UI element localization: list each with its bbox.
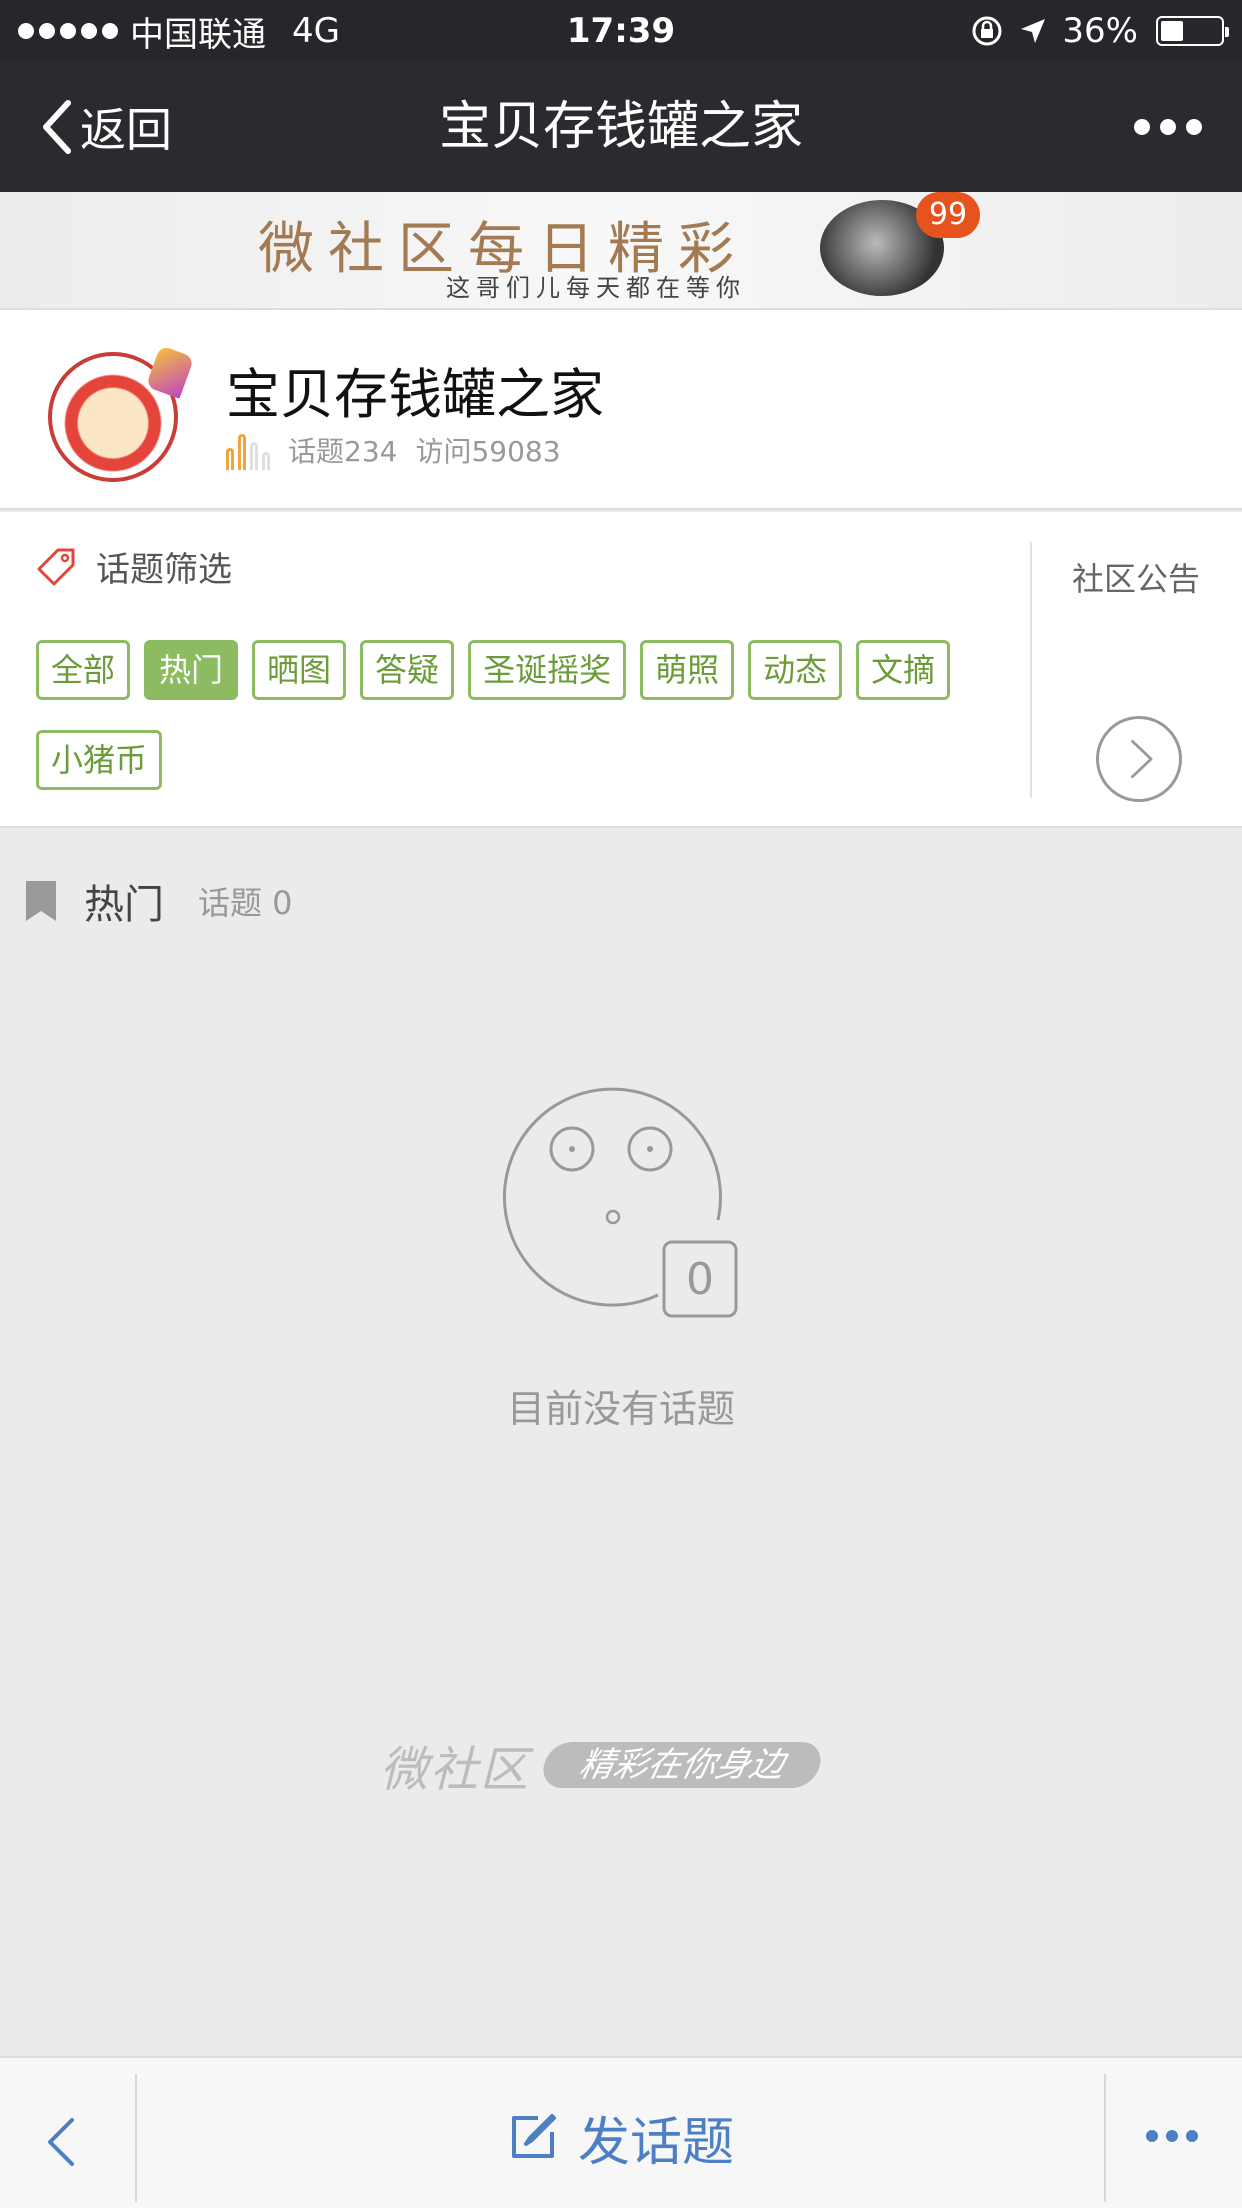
section-topic-count: 话题 0 [198,884,293,922]
filter-tag-photos[interactable]: 晒图 [252,640,347,700]
footer-logo-text: 微社区 [380,1742,531,1798]
filter-tag-hot[interactable]: 热门 [144,640,239,700]
visit-count: 访问59083 [415,435,561,468]
banner-subtitle: 这哥们儿每天都在等你 [446,274,746,302]
more-menu-button[interactable] [1134,92,1202,162]
post-topic-label: 发话题 [577,2112,734,2173]
battery-percent: 36% [1062,11,1138,51]
filter-tags: 全部 热门 晒图 答疑 圣诞摇奖 萌照 动态 文摘 小猪币 [36,640,1036,790]
chevron-right-circle-icon[interactable] [1096,716,1182,802]
community-stats: 话题234 访问59083 [226,430,561,470]
section-title: 热门 [84,882,164,928]
bottom-toolbar: 发话题 [0,2056,1242,2208]
filter-tag-piggy-coin[interactable]: 小猪币 [36,730,163,790]
empty-face-icon: 0 [502,1087,738,1318]
topic-filter-panel: 话题筛选 全部 热门 晒图 答疑 圣诞摇奖 萌照 动态 文摘 小猪币 社区公告 [0,512,1242,828]
filter-tag-digest[interactable]: 文摘 [856,640,951,700]
empty-face-digit: 0 [686,1254,714,1305]
notification-badge: 99 [916,192,980,238]
community-avatar[interactable] [48,352,178,482]
filter-tag-all[interactable]: 全部 [36,640,131,700]
toolbar-divider-right [1104,2074,1106,2202]
filter-heading: 话题筛选 [36,542,232,591]
section-heading: 热门 话题 0 [24,872,293,930]
filter-tag-news[interactable]: 动态 [748,640,843,700]
post-topic-button[interactable]: 发话题 [0,2102,1242,2173]
rotation-lock-icon [972,16,1002,46]
bookmark-icon [26,881,56,921]
stats-chart-icon [226,430,270,470]
filter-heading-label: 话题筛选 [96,550,232,590]
page-title: 宝贝存钱罐之家 [438,97,803,157]
footer-slogan: 精彩在你身边 [539,1742,825,1788]
filter-tag-christmas-lottery[interactable]: 圣诞摇奖 [468,640,627,700]
battery-icon [1156,16,1229,46]
status-right: 36% [970,10,1229,52]
toolbar-more-button[interactable] [1146,2130,1198,2142]
community-name: 宝贝存钱罐之家 [226,363,604,426]
status-bar: 中国联通 4G 17:39 36% [0,0,1242,62]
footer-logo: 微社区 精彩在你身边 [380,1730,825,1800]
empty-state-message: 目前没有话题 [506,1387,735,1431]
community-header: 宝贝存钱罐之家 话题234 访问59083 [0,310,1242,510]
vertical-divider [1030,542,1032,798]
topic-count: 话题234 [288,435,398,468]
tag-icon [37,548,75,585]
nav-bar: 返回 宝贝存钱罐之家 [0,62,1242,192]
announcement-label[interactable]: 社区公告 [1072,554,1200,600]
location-arrow-icon [1021,19,1046,43]
promo-banner[interactable]: 微社区每日精彩 这哥们儿每天都在等你 99 [0,192,1242,310]
edit-icon [511,2114,556,2158]
filter-tag-qa[interactable]: 答疑 [360,640,455,700]
filter-tag-cute-photos[interactable]: 萌照 [640,640,735,700]
